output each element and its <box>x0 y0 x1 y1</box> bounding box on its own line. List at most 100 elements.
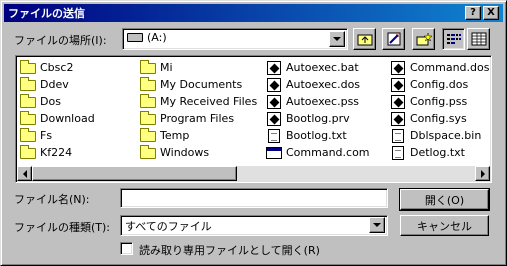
details-view-button[interactable] <box>467 28 490 50</box>
horizontal-scrollbar[interactable] <box>17 166 490 181</box>
list-item[interactable]: Kf224 <box>20 144 72 161</box>
list-item[interactable]: My Received Files <box>140 93 257 110</box>
location-value: (A:) <box>147 31 167 44</box>
details-view-icon <box>471 32 486 46</box>
list-item-label: My Received Files <box>160 95 258 108</box>
folder-icon <box>20 94 36 108</box>
list-item-label: Detlog.txt <box>410 146 465 159</box>
system-file-icon <box>391 77 405 92</box>
list-item[interactable]: Cbsc2 <box>20 59 73 76</box>
text-file-icon <box>268 128 280 143</box>
list-item-label: Fs <box>40 129 53 142</box>
filename-label: ファイル名(N): <box>14 193 90 206</box>
filetype-label: ファイルの種類(T): <box>14 221 111 234</box>
list-item[interactable]: Program Files <box>140 110 234 127</box>
folder-icon <box>20 111 36 125</box>
folder-icon <box>140 111 156 125</box>
folder-icon <box>20 145 36 159</box>
text-file-icon <box>392 128 404 143</box>
list-item[interactable]: Config.dos <box>390 76 468 93</box>
send-file-dialog: ファイルの送信 ? X ファイルの場所(I): (A:) Cbsc2 Ddev Do… <box>0 0 507 266</box>
list-item-label: Autoexec.dos <box>286 78 361 91</box>
list-item-label: Dblspace.bin <box>410 129 482 142</box>
list-item[interactable]: Bootlog.prv <box>266 110 350 127</box>
list-item-label: Autoexec.pss <box>286 95 360 108</box>
system-file-icon <box>267 111 281 126</box>
list-item[interactable]: Bootlog.txt <box>266 127 347 144</box>
list-item[interactable]: My Documents <box>140 76 242 93</box>
system-file-icon <box>267 60 281 75</box>
desktop-button[interactable] <box>382 28 405 50</box>
list-item[interactable]: Windows <box>140 144 209 161</box>
list-item[interactable]: Detlog.txt <box>390 144 465 161</box>
list-item-label: Bootlog.prv <box>286 112 350 125</box>
folder-icon <box>140 60 156 74</box>
list-item-label: Command.dos <box>410 61 490 74</box>
scrollbar-thumb[interactable] <box>32 166 237 181</box>
new-folder-icon <box>416 32 432 46</box>
file-list[interactable]: Cbsc2 Ddev Dos Download Fs Kf224 Mi My Document… <box>15 55 492 183</box>
list-item[interactable]: Command.dos <box>390 59 489 76</box>
location-label: ファイルの場所(I): <box>14 34 107 47</box>
text-file-icon <box>392 145 404 160</box>
list-item[interactable]: Ddev <box>20 76 69 93</box>
list-item[interactable]: Config.sys <box>390 110 467 127</box>
list-item-label: Config.dos <box>410 78 469 91</box>
list-item[interactable]: Temp <box>140 127 189 144</box>
list-item[interactable]: Autoexec.pss <box>266 93 359 110</box>
list-item-label: Cbsc2 <box>40 61 74 74</box>
help-button[interactable]: ? <box>465 6 481 20</box>
open-button-label: 開く(O) <box>424 193 465 207</box>
list-item[interactable]: Autoexec.dos <box>266 76 360 93</box>
list-item[interactable]: Autoexec.bat <box>266 59 359 76</box>
desktop-icon <box>387 32 400 46</box>
list-item-label: Bootlog.txt <box>286 129 347 142</box>
folder-icon <box>20 77 36 91</box>
list-item-label: Dos <box>40 95 61 108</box>
cancel-button[interactable]: キャンセル <box>400 215 489 236</box>
list-item-label: Ddev <box>40 78 69 91</box>
location-combo[interactable]: (A:) <box>122 28 348 50</box>
folder-icon <box>140 145 156 159</box>
list-item[interactable]: Download <box>20 110 95 127</box>
location-dropdown-arrow[interactable] <box>329 31 345 47</box>
filetype-dropdown-arrow[interactable] <box>369 217 385 233</box>
title-bar[interactable]: ファイルの送信 ? X <box>4 4 503 22</box>
scroll-left-button[interactable] <box>17 166 32 181</box>
open-button[interactable]: 開く(O) <box>399 188 490 211</box>
filetype-value: すべてのファイル <box>125 220 212 233</box>
new-folder-button[interactable] <box>412 28 435 50</box>
list-view-icon <box>446 34 461 44</box>
list-item[interactable]: Dblspace.bin <box>390 127 481 144</box>
close-button[interactable]: X <box>483 6 499 20</box>
list-view-button[interactable] <box>442 28 465 50</box>
system-file-icon <box>267 77 281 92</box>
drive-icon <box>127 33 143 42</box>
system-file-icon <box>391 94 405 109</box>
system-file-icon <box>391 60 405 75</box>
list-item[interactable]: Config.pss <box>390 93 467 110</box>
readonly-checkbox[interactable] <box>120 242 133 255</box>
list-item-label: Windows <box>160 146 210 159</box>
arrow-right-icon <box>480 169 485 178</box>
scroll-right-button[interactable] <box>475 166 490 181</box>
list-item-label: My Documents <box>160 78 243 91</box>
list-item[interactable]: Dos <box>20 93 61 110</box>
folder-icon <box>20 60 36 74</box>
list-item[interactable]: Command.com <box>266 144 370 161</box>
system-file-icon <box>267 94 281 109</box>
folder-icon <box>140 128 156 142</box>
filename-input[interactable] <box>120 188 388 208</box>
filetype-combo[interactable]: すべてのファイル <box>120 215 388 236</box>
list-item-label: Command.com <box>286 146 370 159</box>
list-item[interactable]: Fs <box>20 127 52 144</box>
list-item-label: Config.sys <box>410 112 467 125</box>
readonly-label[interactable]: 読み取り専用ファイルとして開く(R) <box>139 242 320 258</box>
list-item-label: Mi <box>160 61 173 74</box>
list-item[interactable]: Mi <box>140 59 173 76</box>
application-icon <box>266 146 282 159</box>
chevron-down-icon <box>333 37 341 41</box>
folder-icon <box>140 94 156 108</box>
list-item-label: Kf224 <box>40 146 73 159</box>
up-one-level-button[interactable] <box>353 28 376 50</box>
